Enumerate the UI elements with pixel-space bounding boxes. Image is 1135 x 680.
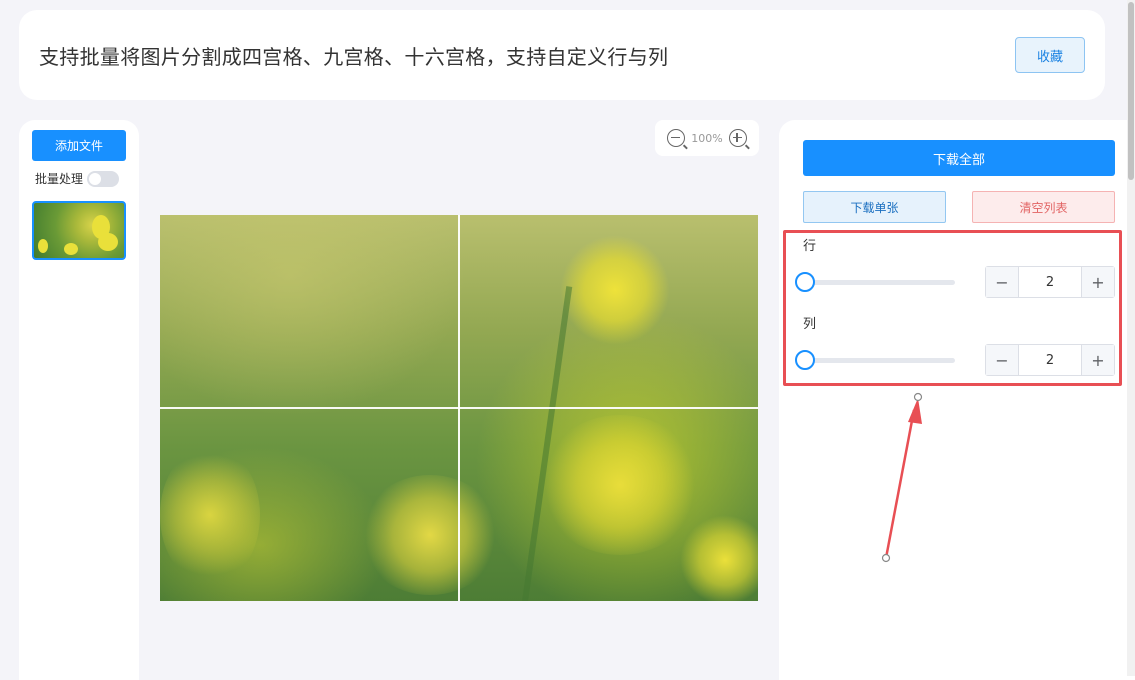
clear-list-button[interactable]: 清空列表 (972, 191, 1115, 223)
highlight-box (783, 230, 1122, 386)
download-all-button[interactable]: 下载全部 (803, 140, 1115, 176)
download-single-button[interactable]: 下载单张 (803, 191, 946, 223)
thumbnail-flower (38, 239, 48, 253)
page-scrollbar[interactable] (1127, 0, 1135, 676)
annotation-arrow-icon (881, 392, 923, 563)
flower-cluster (160, 445, 260, 585)
settings-panel: 下载全部 下载单张 清空列表 (779, 120, 1135, 680)
zoom-level: 100% (691, 131, 723, 145)
toggle-knob (89, 172, 102, 185)
flower-cluster (560, 235, 670, 345)
page-title: 支持批量将图片分割成四宫格、九宫格、十六宫格，支持自定义行与列 (39, 45, 669, 69)
batch-process-label: 批量处理 (35, 172, 84, 186)
thumbnail-flower (98, 233, 118, 251)
zoom-out-icon[interactable] (667, 129, 686, 147)
flower-cluster (360, 475, 500, 595)
flower-cluster (680, 515, 758, 601)
image-thumbnail[interactable] (32, 201, 126, 260)
zoom-in-icon[interactable] (728, 129, 747, 147)
flower-cluster (540, 415, 700, 555)
preview-image (160, 215, 758, 601)
thumbnail-flower (64, 243, 78, 255)
header-card: 支持批量将图片分割成四宫格、九宫格、十六宫格，支持自定义行与列 收藏 (19, 10, 1105, 100)
zoom-controls: 100% (655, 120, 759, 156)
batch-process-row: 批量处理 (35, 170, 120, 187)
add-file-button[interactable]: 添加文件 (32, 130, 126, 161)
favorite-button[interactable]: 收藏 (1015, 37, 1085, 73)
batch-process-toggle[interactable] (87, 170, 120, 187)
grid-line-horizontal (160, 407, 758, 409)
file-list-panel: 添加文件 批量处理 (19, 120, 139, 680)
scrollbar-thumb[interactable] (1128, 2, 1134, 180)
